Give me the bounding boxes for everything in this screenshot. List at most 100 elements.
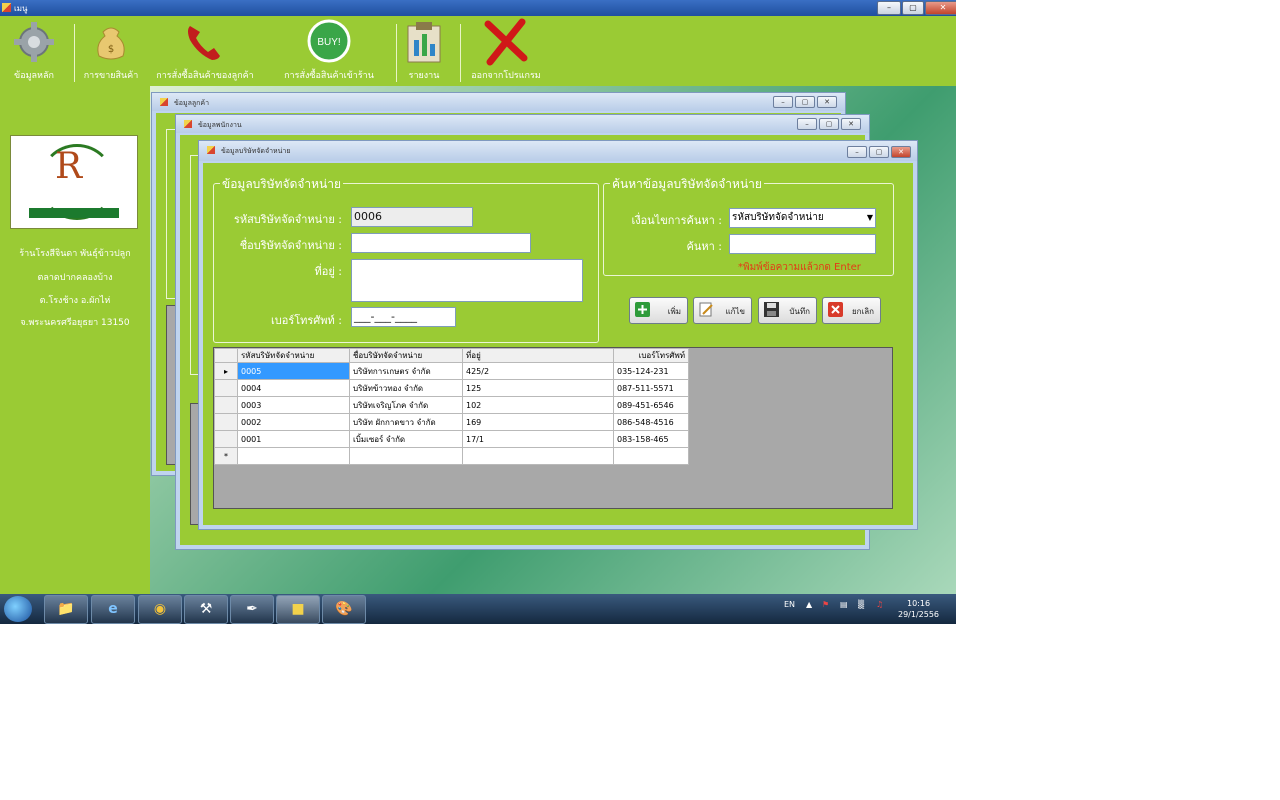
main-toolbar: ข้อมูลหลัก $ การขายสินค้า การสั่งซื้อสิน… bbox=[0, 16, 956, 86]
address-field[interactable] bbox=[351, 259, 583, 302]
paint-taskbar-button[interactable]: 🎨 bbox=[322, 595, 366, 624]
table-cell[interactable]: บริษัทเจริญโภค จำกัด bbox=[349, 396, 463, 414]
table-row[interactable]: ▸ 0005 บริษัทการเกษตร จำกัด 425/2 035-12… bbox=[214, 362, 689, 380]
table-cell[interactable] bbox=[462, 447, 614, 465]
ie-taskbar-button[interactable]: e bbox=[91, 595, 135, 624]
supplier-name-field[interactable] bbox=[351, 233, 531, 253]
start-button[interactable] bbox=[4, 596, 32, 622]
minimize-button[interactable]: – bbox=[847, 146, 867, 158]
column-header[interactable]: รหัสบริษัทจัดจำหน่าย bbox=[237, 348, 350, 363]
window-title-bar: ข้อมูลพนักงาน – ▢ ✕ bbox=[176, 115, 869, 133]
cancel-x-icon bbox=[828, 302, 843, 317]
toolbar-item-reports[interactable]: รายงาน bbox=[400, 16, 448, 86]
app-taskbar-button[interactable]: ✒ bbox=[230, 595, 274, 624]
supplier-grid[interactable]: รหัสบริษัทจัดจำหน่าย ชื่อบริษัทจัดจำหน่า… bbox=[213, 347, 893, 509]
table-row[interactable]: 0001 เบิ้มเซอร์ จำกัด 17/1 083-158-465 bbox=[214, 430, 689, 448]
explorer-taskbar-button[interactable]: 📁 bbox=[44, 595, 88, 624]
row-header-corner bbox=[214, 348, 238, 363]
maximize-button[interactable]: ▢ bbox=[795, 96, 815, 108]
table-cell[interactable]: บริษัทการเกษตร จำกัด bbox=[349, 362, 463, 380]
minimize-button[interactable]: – bbox=[877, 1, 901, 15]
maximize-button[interactable]: ▢ bbox=[819, 118, 839, 130]
table-cell[interactable]: 425/2 bbox=[462, 362, 614, 380]
table-row[interactable]: 0004 บริษัทข้าวทอง จำกัด 125 087-511-557… bbox=[214, 379, 689, 397]
table-cell[interactable]: 169 bbox=[462, 413, 614, 431]
table-cell[interactable]: 0002 bbox=[237, 413, 350, 431]
toolbar-item-label: การสั่งซื้อสินค้าของลูกค้า bbox=[156, 71, 254, 81]
column-header[interactable]: ชื่อบริษัทจัดจำหน่าย bbox=[349, 348, 463, 363]
column-header[interactable]: เบอร์โทรศัพท์ bbox=[613, 348, 689, 363]
table-cell[interactable]: 0003 bbox=[237, 396, 350, 414]
floppy-disk-icon bbox=[764, 302, 779, 317]
search-input[interactable] bbox=[729, 234, 876, 254]
search-condition-dropdown[interactable]: รหัสบริษัทจัดจำหน่าย ▼ bbox=[729, 208, 876, 228]
signal-icon[interactable]: ▒ bbox=[858, 600, 864, 609]
maximize-button[interactable]: ▢ bbox=[869, 146, 889, 158]
active-app-taskbar-button[interactable]: ■ bbox=[276, 595, 320, 624]
tools-taskbar-button[interactable]: ⚒ bbox=[184, 595, 228, 624]
search-query-label: ค้นหา : bbox=[686, 240, 722, 253]
clock-date: 29/1/2556 bbox=[898, 610, 940, 619]
minimize-button[interactable]: – bbox=[797, 118, 817, 130]
table-cell[interactable]: เบิ้มเซอร์ จำกัด bbox=[349, 430, 463, 448]
logo-band bbox=[29, 208, 119, 218]
show-hidden-icons-chevron-icon[interactable]: ▲ bbox=[806, 600, 812, 609]
table-cell[interactable]: 0005 bbox=[237, 362, 350, 380]
table-cell[interactable] bbox=[349, 447, 463, 465]
cancel-button[interactable]: ยกเลิก bbox=[822, 297, 881, 324]
window-icon bbox=[207, 146, 215, 154]
table-cell[interactable]: 083-158-465 bbox=[613, 430, 689, 448]
phone-field[interactable]: ___-___-____ bbox=[351, 307, 456, 327]
folder-icon: 📁 bbox=[57, 601, 75, 617]
toolbar-item-store-orders[interactable]: BUY! การสั่งซื้อสินค้าเข้าร้าน bbox=[272, 16, 386, 86]
minimize-button[interactable]: – bbox=[773, 96, 793, 108]
table-cell[interactable] bbox=[613, 447, 689, 465]
action-center-icon[interactable]: ⚑ bbox=[822, 600, 829, 609]
close-button[interactable]: ✕ bbox=[817, 96, 837, 108]
toolbar-item-sales[interactable]: $ การขายสินค้า bbox=[78, 16, 144, 86]
table-cell[interactable]: 087-511-5571 bbox=[613, 379, 689, 397]
column-header[interactable]: ที่อยู่ bbox=[462, 348, 614, 363]
table-cell[interactable]: 125 bbox=[462, 379, 614, 397]
table-row[interactable]: 0002 บริษัท ผักกาดขาว จำกัด 169 086-548-… bbox=[214, 413, 689, 431]
network-icon[interactable]: ▤ bbox=[840, 600, 848, 609]
table-cell[interactable]: 0004 bbox=[237, 379, 350, 397]
toolbar-separator bbox=[460, 24, 461, 82]
supplier-window[interactable]: ข้อมูลบริษัทจัดจำหน่าย – ▢ ✕ ข้อมูลบริษัทจ… bbox=[198, 140, 918, 530]
table-cell[interactable] bbox=[237, 447, 350, 465]
volume-icon[interactable]: ♫ bbox=[876, 600, 883, 609]
buy-tag-icon: BUY! bbox=[307, 19, 351, 63]
close-button[interactable]: ✕ bbox=[925, 1, 956, 15]
data-table: รหัสบริษัทจัดจำหน่าย ชื่อบริษัทจัดจำหน่า… bbox=[214, 348, 689, 465]
clock[interactable]: 10:16 29/1/2556 bbox=[898, 598, 939, 620]
close-button[interactable]: ✕ bbox=[841, 118, 861, 130]
add-button[interactable]: เพิ่ม bbox=[629, 297, 688, 324]
app-icon bbox=[2, 3, 11, 12]
close-button[interactable]: ✕ bbox=[891, 146, 911, 158]
window-icon bbox=[184, 120, 192, 128]
toolbar-item-customer-orders[interactable]: การสั่งซื้อสินค้าของลูกค้า bbox=[148, 16, 262, 86]
table-cell[interactable]: บริษัทข้าวทอง จำกัด bbox=[349, 379, 463, 397]
table-cell[interactable]: 0001 bbox=[237, 430, 350, 448]
toolbar-item-exit[interactable]: ออกจากโปรแกรม bbox=[462, 16, 550, 86]
table-cell[interactable]: 086-548-4516 bbox=[613, 413, 689, 431]
window-icon bbox=[160, 98, 168, 106]
table-cell[interactable]: 102 bbox=[462, 396, 614, 414]
chrome-taskbar-button[interactable]: ◉ bbox=[138, 595, 182, 624]
table-cell[interactable]: 089-451-6546 bbox=[613, 396, 689, 414]
save-button[interactable]: บันทึก bbox=[758, 297, 817, 324]
edit-button[interactable]: แก้ไข bbox=[693, 297, 752, 324]
supplier-id-field[interactable]: 0006 bbox=[351, 207, 473, 227]
table-cell[interactable]: 035-124-231 bbox=[613, 362, 689, 380]
table-cell[interactable]: 17/1 bbox=[462, 430, 614, 448]
window-title: ข้อมูลลูกค้า bbox=[174, 99, 210, 107]
new-row[interactable]: * bbox=[214, 447, 689, 465]
gear-icon bbox=[14, 22, 54, 62]
table-cell[interactable]: บริษัท ผักกาดขาว จำกัด bbox=[349, 413, 463, 431]
toolbar-item-master-data[interactable]: ข้อมูลหลัก bbox=[4, 16, 64, 86]
table-row[interactable]: 0003 บริษัทเจริญโภค จำกัด 102 089-451-65… bbox=[214, 396, 689, 414]
language-indicator[interactable]: EN bbox=[784, 600, 795, 609]
row-header bbox=[214, 413, 238, 431]
toolbar-item-label: ข้อมูลหลัก bbox=[14, 71, 54, 81]
maximize-button[interactable]: ▢ bbox=[902, 1, 924, 15]
